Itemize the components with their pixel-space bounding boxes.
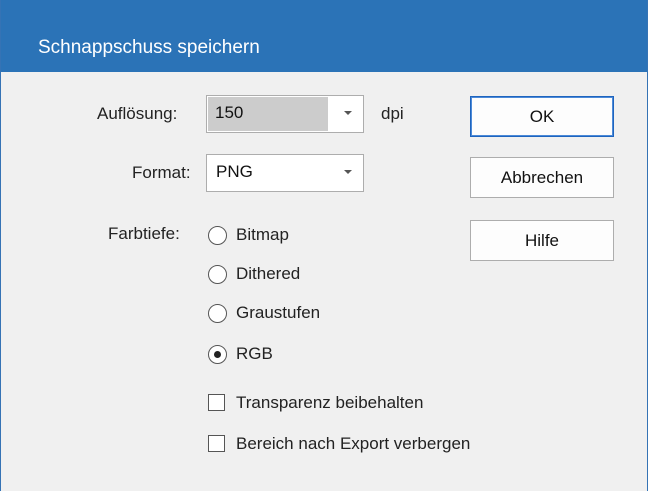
radio-grayscale-label: Graustufen	[236, 303, 321, 322]
checkbox[interactable]	[208, 394, 225, 411]
radio-button[interactable]	[208, 226, 227, 245]
format-label: Format:	[132, 163, 191, 182]
help-button[interactable]: Hilfe	[470, 220, 614, 261]
resolution-value: 150	[215, 103, 244, 122]
radio-button[interactable]	[208, 304, 227, 323]
chevron-down-icon[interactable]	[344, 111, 352, 115]
resolution-label: Auflösung:	[97, 104, 178, 123]
color-depth-label: Farbtiefe:	[108, 224, 180, 243]
ok-button[interactable]: OK	[470, 96, 614, 137]
save-snapshot-dialog: Schnappschuss speichern Auflösung: 150 d…	[0, 0, 648, 491]
cancel-button[interactable]: Abbrechen	[470, 157, 614, 198]
format-value: PNG	[216, 162, 253, 181]
radio-selected-dot	[214, 351, 221, 358]
checkbox-hide-area-label: Bereich nach Export verbergen	[236, 434, 471, 453]
radio-dithered-label: Dithered	[236, 264, 301, 283]
chevron-down-icon[interactable]	[344, 170, 352, 174]
radio-button-selected[interactable]	[208, 345, 227, 364]
format-combobox[interactable]: PNG	[206, 154, 364, 192]
dialog-title: Schnappschuss speichern	[38, 37, 260, 58]
checkbox[interactable]	[208, 435, 225, 452]
resolution-combobox[interactable]: 150	[206, 95, 364, 133]
title-bar: Schnappschuss speichern	[1, 0, 647, 72]
checkbox-keep-transparency-label: Transparenz beibehalten	[236, 393, 424, 412]
radio-bitmap-label: Bitmap	[236, 225, 289, 244]
radio-button[interactable]	[208, 265, 227, 284]
radio-rgb-label: RGB	[236, 344, 273, 363]
resolution-unit: dpi	[381, 104, 404, 123]
